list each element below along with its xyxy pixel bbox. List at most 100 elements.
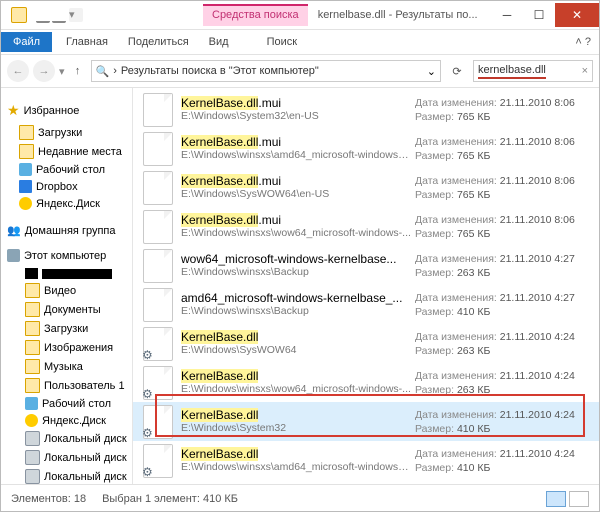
forward-button[interactable]: →	[33, 60, 55, 82]
item-count: Элементов: 18	[11, 493, 86, 505]
sidebar-item[interactable]: Локальный диск	[44, 452, 127, 464]
file-path: E:\Windows\winsxs\wow64_microsoft-window…	[181, 227, 411, 240]
file-name: KernelBase.dll.mui	[181, 136, 415, 149]
clear-search-icon[interactable]: ×	[582, 65, 588, 77]
file-path: E:\Windows\SysWOW64	[181, 344, 411, 357]
file-icon	[143, 327, 173, 361]
folder-icon	[25, 283, 40, 298]
result-row[interactable]: amd64_microsoft-windows-kernelbase_...E:…	[133, 285, 599, 324]
folder-icon	[25, 359, 40, 374]
result-row[interactable]: wow64_microsoft-windows-kernelbase...E:\…	[133, 246, 599, 285]
file-name: KernelBase.dll	[181, 409, 415, 422]
sidebar-item[interactable]: Яндекс.Диск	[36, 198, 100, 210]
tab-home[interactable]: Главная	[56, 32, 118, 52]
file-name: wow64_microsoft-windows-kernelbase...	[181, 253, 415, 266]
qat-icon[interactable]	[52, 7, 66, 23]
folder-icon	[19, 144, 34, 159]
sidebar-item[interactable]: Видео	[44, 285, 76, 297]
sidebar-item[interactable]: Яндекс.Диск	[42, 415, 106, 427]
selection-info: Выбран 1 элемент: 410 КБ	[102, 493, 238, 505]
folder-icon	[25, 302, 40, 317]
details-view-button[interactable]	[546, 491, 566, 507]
result-row[interactable]: KernelBase.dllE:\Windows\winsxs\amd64_mi…	[133, 441, 599, 480]
file-path: E:\Windows\System32	[181, 422, 411, 435]
result-row[interactable]: KernelBase.dllE:\Windows\SysWOW64Дата из…	[133, 324, 599, 363]
file-path: E:\Windows\winsxs\amd64_microsoft-window…	[181, 149, 411, 162]
sidebar-item[interactable]: Изображения	[44, 342, 113, 354]
sidebar-item[interactable]: Dropbox	[36, 181, 78, 193]
file-name: KernelBase.dll	[181, 370, 415, 383]
file-path: E:\Windows\winsxs\Backup	[181, 266, 411, 279]
this-pc-header[interactable]: Этот компьютер	[24, 250, 106, 262]
sidebar-item[interactable]: Рабочий стол	[36, 164, 105, 176]
homegroup-icon: 👥	[7, 224, 21, 237]
favorites-header[interactable]: Избранное	[24, 105, 80, 117]
address-bar[interactable]: 🔍 › Результаты поиска в "Этот компьютер"…	[91, 60, 441, 82]
file-path: E:\Windows\winsxs\amd64_microsoft-window…	[181, 461, 411, 474]
file-path: E:\Windows\SysWOW64\en-US	[181, 188, 411, 201]
result-row[interactable]: KernelBase.dllE:\Windows\winsxs\wow64_mi…	[133, 363, 599, 402]
file-meta: Дата изменения: 21.11.2010 4:24Размер: 2…	[415, 369, 593, 397]
back-button[interactable]: ←	[7, 60, 29, 82]
sidebar-item[interactable]: Локальный диск	[44, 433, 127, 445]
up-button[interactable]: ↑	[69, 62, 87, 80]
folder-icon	[19, 125, 34, 140]
file-icon	[143, 132, 173, 166]
breadcrumb-dropdown-icon[interactable]: ⌄	[427, 65, 436, 78]
window-title: kernelbase.dll - Результаты по...	[318, 9, 478, 21]
sidebar-item[interactable]: Музыка	[44, 361, 83, 373]
result-row[interactable]: KernelBase.dll.muiE:\Windows\winsxs\amd6…	[133, 129, 599, 168]
file-name: KernelBase.dll.mui	[181, 175, 415, 188]
breadcrumb[interactable]: Результаты поиска в "Этот компьютер"	[121, 65, 319, 77]
sidebar-item[interactable]: Загрузки	[44, 323, 88, 335]
redacted-item[interactable]	[42, 269, 112, 279]
drive-icon	[25, 450, 40, 465]
ribbon-tabs: Файл Главная Поделиться Вид Поиск ˄ ?	[1, 30, 599, 55]
file-meta: Дата изменения: 21.11.2010 8:06Размер: 7…	[415, 174, 593, 202]
title-bar: ▾ Средства поиска kernelbase.dll - Резул…	[1, 1, 599, 30]
result-row[interactable]: KernelBase.dllE:\Windows\System32Дата из…	[133, 402, 599, 441]
refresh-button[interactable]: ⟳	[445, 65, 469, 78]
sidebar-item[interactable]: Локальный диск	[44, 471, 127, 483]
file-tab[interactable]: Файл	[1, 32, 52, 52]
maximize-button[interactable]: ☐	[523, 3, 555, 27]
sidebar-item[interactable]: Пользователь 1	[44, 380, 125, 392]
yandex-icon	[25, 414, 38, 427]
sidebar-item[interactable]: Загрузки	[38, 127, 82, 139]
app-icon	[11, 7, 27, 23]
search-input[interactable]: kernelbase.dll ×	[473, 60, 593, 82]
sidebar-item[interactable]: Документы	[44, 304, 101, 316]
tab-share[interactable]: Поделиться	[118, 32, 199, 52]
file-icon	[143, 171, 173, 205]
file-icon	[143, 93, 173, 127]
file-meta: Дата изменения: 21.11.2010 8:06Размер: 7…	[415, 213, 593, 241]
file-name: amd64_microsoft-windows-kernelbase_...	[181, 292, 415, 305]
status-bar: Элементов: 18 Выбран 1 элемент: 410 КБ	[1, 484, 599, 512]
folder-icon	[25, 340, 40, 355]
large-icons-view-button[interactable]	[569, 491, 589, 507]
minimize-button[interactable]: ─	[491, 3, 523, 27]
file-name: KernelBase.dll.mui	[181, 97, 415, 110]
file-path: E:\Windows\winsxs\wow64_microsoft-window…	[181, 383, 411, 396]
search-tools-context-tab[interactable]: Средства поиска	[203, 4, 308, 26]
close-button[interactable]: ✕	[555, 3, 599, 27]
file-icon	[143, 249, 173, 283]
help-icon[interactable]: ˄ ?	[567, 36, 599, 48]
search-results[interactable]: KernelBase.dll.muiE:\Windows\System32\en…	[133, 88, 599, 484]
qat-icon[interactable]	[36, 7, 50, 23]
sidebar-item[interactable]: Недавние места	[38, 146, 122, 158]
file-meta: Дата изменения: 21.11.2010 4:24Размер: 4…	[415, 447, 593, 475]
result-row[interactable]: KernelBase.dll.muiE:\Windows\System32\en…	[133, 90, 599, 129]
navigation-pane[interactable]: ★ Избранное Загрузки Недавние места Рабоч…	[1, 88, 133, 484]
tab-view[interactable]: Вид	[199, 32, 239, 52]
file-meta: Дата изменения: 21.11.2010 4:27Размер: 4…	[415, 291, 593, 319]
folder-icon	[25, 378, 40, 393]
homegroup-header[interactable]: Домашняя группа	[25, 225, 116, 237]
tab-search[interactable]: Поиск	[257, 32, 307, 52]
star-icon: ★	[7, 102, 20, 119]
result-row[interactable]: KernelBase.dll.muiE:\Windows\SysWOW64\en…	[133, 168, 599, 207]
address-bar-row: ← → ▾ ↑ 🔍 › Результаты поиска в "Этот ко…	[1, 55, 599, 88]
sidebar-item[interactable]: Рабочий стол	[42, 398, 111, 410]
result-row[interactable]: KernelBase.dll.muiE:\Windows\winsxs\wow6…	[133, 207, 599, 246]
history-dropdown-icon[interactable]: ▾	[59, 65, 65, 78]
